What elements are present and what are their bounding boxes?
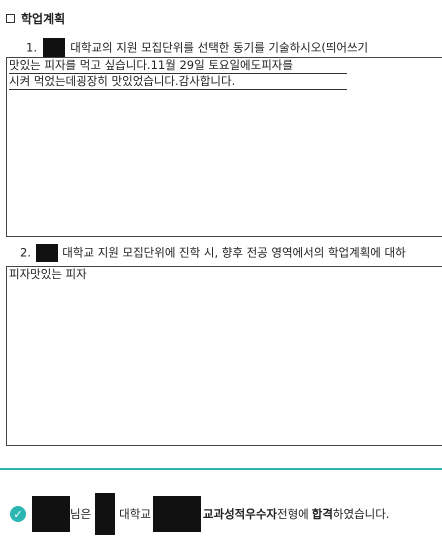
question-1: 1. 대학교의 지원 모집단위를 선택한 동기를 기술하시오(띄어쓰기: [26, 38, 368, 58]
answer-2-line-1: 피자맛있는 피자: [9, 267, 87, 281]
redacted-block: [42, 38, 65, 58]
question-2: 2. 대학교 지원 모집단위에 진학 시, 향후 전공 영역에서의 학업계획에 …: [20, 244, 406, 262]
result-message: ✓ 님은 대학교 교과성적우수자 전형에 합격 하였습니다.: [10, 493, 389, 535]
question-2-text: 대학교 지원 모집단위에 진학 시, 향후 전공 영역에서의 학업계획에 대하: [62, 245, 406, 260]
square-bullet-icon: [6, 14, 15, 23]
answer-1-line-2: 시켜 먹었는데굉장히 맛있었습니다.감사합니다.: [9, 74, 347, 90]
result-text-2: 대학교: [119, 507, 151, 521]
redacted-block: [95, 493, 116, 535]
answer-1-textarea[interactable]: 맛있는 피자를 먹고 싶습니다.11월 29일 토요일에도피자를 시켜 먹었는데…: [6, 57, 442, 237]
section-title: 학업계획: [21, 12, 66, 26]
question-2-number: 2.: [20, 245, 31, 260]
result-text-3: 교과성적우수자: [202, 507, 277, 521]
result-text-4: 전형에: [276, 507, 309, 521]
redacted-block: [35, 244, 58, 262]
result-text-5: 합격: [311, 507, 333, 521]
divider: [0, 468, 442, 470]
redacted-block: [152, 496, 201, 532]
question-1-text: 대학교의 지원 모집단위를 선택한 동기를 기술하시오(띄어쓰기: [70, 40, 369, 55]
check-circle-icon: ✓: [10, 506, 26, 522]
result-text-6: 하였습니다.: [332, 507, 390, 521]
answer-2-textarea[interactable]: 피자맛있는 피자: [6, 266, 442, 446]
answer-1-line-1: 맛있는 피자를 먹고 싶습니다.11월 29일 토요일에도피자를: [9, 58, 347, 74]
section-header: 학업계획: [6, 10, 65, 27]
result-text-1: 님은: [70, 507, 92, 521]
question-1-number: 1.: [26, 40, 37, 55]
redacted-name: [32, 496, 70, 532]
